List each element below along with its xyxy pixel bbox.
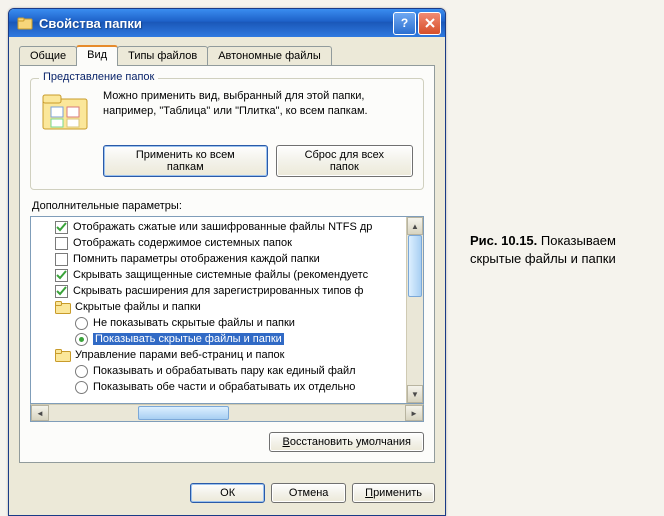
tree-item[interactable]: Показывать и обрабатывать пару как едины… [31,363,406,379]
tree-item-label: Показывать обе части и обрабатывать их о… [93,381,355,393]
reset-all-button[interactable]: Сброс для всех папок [276,145,413,177]
folder-views-group: Представление папок Можно применить вид,… [30,78,424,190]
tab-view[interactable]: Вид [76,45,118,66]
scroll-thumb[interactable] [408,235,422,297]
tree-item[interactable]: Скрывать защищенные системные файлы (рек… [31,267,406,283]
checkbox-icon[interactable] [55,269,68,282]
checkbox-icon[interactable] [55,221,68,234]
horizontal-scrollbar[interactable]: ◄ ► [30,404,424,422]
radio-icon[interactable] [75,333,88,346]
checkbox-icon[interactable] [55,285,68,298]
scroll-up-icon[interactable]: ▲ [407,217,423,235]
tree-item[interactable]: Не показывать скрытые файлы и папки [31,315,406,331]
checkbox-icon[interactable] [55,237,68,250]
group-legend: Представление папок [39,71,158,83]
tree-item-label: Управление парами веб-страниц и папок [75,349,284,361]
titlebar[interactable]: Свойства папки ? [9,9,445,37]
tree-item-label: Показывать скрытые файлы и папки [93,333,284,345]
figure-caption: Рис. 10.15. Показываем скрытые файлы и п… [470,232,664,268]
tree-item-label: Показывать и обрабатывать пару как едины… [93,365,356,377]
tree-item[interactable]: Отображать содержимое системных папок [31,235,406,251]
tree-item[interactable]: Скрывать расширения для зарегистрированн… [31,283,406,299]
help-button[interactable]: ? [393,12,416,35]
tab-filetypes[interactable]: Типы файлов [117,46,208,66]
tab-general[interactable]: Общие [19,46,77,66]
tab-panel-view: Представление папок Можно применить вид,… [19,65,435,463]
tree-item-label: Не показывать скрытые файлы и папки [93,317,295,329]
advanced-params-label: Дополнительные параметры: [32,200,424,212]
client-area: Общие Вид Типы файлов Автономные файлы П… [9,37,445,473]
tree-item[interactable]: Отображать сжатые или зашифрованные файл… [31,219,406,235]
apply-button[interactable]: Применить [352,483,435,503]
tree-item[interactable]: Показывать скрытые файлы и папки [31,331,406,347]
vertical-scrollbar[interactable]: ▲ ▼ [406,217,423,403]
folder-options-icon [17,15,33,31]
tree-item-label: Скрытые файлы и папки [75,301,201,313]
tree-group[interactable]: Скрытые файлы и папки [31,299,406,315]
tree-item[interactable]: Помнить параметры отображения каждой пап… [31,251,406,267]
folder-views-description: Можно применить вид, выбранный для этой … [103,89,413,119]
cancel-button[interactable]: Отмена [271,483,346,503]
radio-icon[interactable] [75,381,88,394]
tree-item-label: Скрывать защищенные системные файлы (рек… [73,269,368,281]
folder-icon [55,300,71,314]
ok-button[interactable]: ОК [190,483,265,503]
hscroll-thumb[interactable] [138,406,229,420]
tree-item-label: Отображать сжатые или зашифрованные файл… [73,221,372,233]
tree-item-label: Отображать содержимое системных папок [73,237,292,249]
scroll-left-icon[interactable]: ◄ [31,405,49,421]
advanced-settings-tree[interactable]: Отображать сжатые или зашифрованные файл… [30,216,424,404]
radio-icon[interactable] [75,317,88,330]
folder-options-dialog: Свойства папки ? Общие Вид Типы файлов А… [8,8,446,516]
folder-icon [55,348,71,362]
radio-icon[interactable] [75,365,88,378]
dialog-button-row: ОК Отмена Применить [9,473,445,515]
scroll-down-icon[interactable]: ▼ [407,385,423,403]
tree-item-label: Скрывать расширения для зарегистрированн… [73,285,363,297]
restore-defaults-button[interactable]: Восстановить умолчания [269,432,424,452]
scroll-right-icon[interactable]: ► [405,405,423,421]
window-title: Свойства папки [39,16,391,31]
tree-item-label: Помнить параметры отображения каждой пап… [73,253,320,265]
tree-item[interactable]: Показывать обе части и обрабатывать их о… [31,379,406,395]
tab-offline[interactable]: Автономные файлы [207,46,332,66]
tabstrip: Общие Вид Типы файлов Автономные файлы [19,46,435,66]
apply-to-all-button[interactable]: Применить ко всем папкам [103,145,268,177]
checkbox-icon[interactable] [55,253,68,266]
tree-group[interactable]: Управление парами веб-страниц и папок [31,347,406,363]
folder-views-icon [41,91,89,131]
close-button[interactable] [418,12,441,35]
